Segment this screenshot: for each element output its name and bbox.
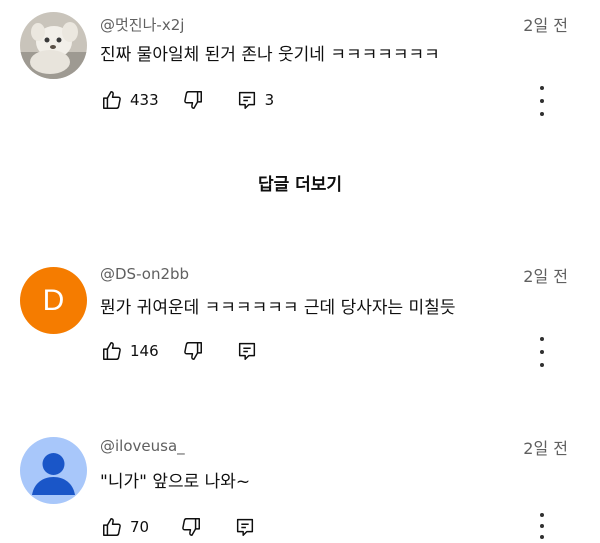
more-vert-icon[interactable] [532, 513, 552, 539]
comment-time: 2일 전 [523, 439, 568, 458]
reply-icon[interactable] [235, 339, 259, 363]
avatar-photo [20, 12, 87, 79]
comment-actions: 146 [100, 339, 259, 363]
thumb-up-icon[interactable] [100, 88, 124, 112]
avatar[interactable]: D [20, 267, 87, 334]
thumb-down-icon[interactable] [181, 88, 205, 112]
view-more-replies[interactable]: 답글 더보기 [0, 170, 600, 195]
comment-time: 2일 전 [523, 16, 568, 35]
comment-author[interactable]: @DS-on2bb [100, 265, 189, 283]
reply-icon[interactable] [233, 515, 257, 539]
like-count: 433 [130, 91, 159, 109]
comment-author[interactable]: @멋진나-x2j [100, 14, 184, 35]
more-vert-icon[interactable] [532, 337, 552, 367]
comment-text: 뭔가 귀여운데 ㅋㅋㅋㅋㅋㅋ 근데 당사자는 미칠듯 [100, 298, 456, 318]
reply-icon[interactable] [235, 88, 259, 112]
thumb-up-icon[interactable] [100, 339, 124, 363]
thumb-down-icon[interactable] [181, 339, 205, 363]
avatar[interactable] [20, 437, 87, 504]
avatar-letter: D [42, 284, 65, 317]
comment-text: "니가" 앞으로 나와~ [100, 472, 251, 492]
like-count: 70 [130, 518, 150, 536]
default-avatar-icon [32, 453, 75, 495]
avatar[interactable] [20, 12, 87, 79]
more-vert-icon[interactable] [532, 86, 552, 116]
thumb-up-icon[interactable] [100, 515, 124, 539]
comment-text: 진짜 물아일체 된거 존나 웃기네 ㅋㅋㅋㅋㅋㅋㅋ [100, 45, 440, 65]
comment-actions: 70 [100, 515, 257, 539]
view-more-replies-label[interactable]: 답글 더보기 [250, 171, 350, 199]
like-count: 146 [130, 342, 159, 360]
comment-actions: 433 3 [100, 88, 274, 112]
reply-count: 3 [264, 91, 275, 109]
thumb-down-icon[interactable] [179, 515, 203, 539]
comment-time: 2일 전 [523, 267, 568, 286]
comment-author[interactable]: @iloveusa_ [100, 437, 185, 455]
